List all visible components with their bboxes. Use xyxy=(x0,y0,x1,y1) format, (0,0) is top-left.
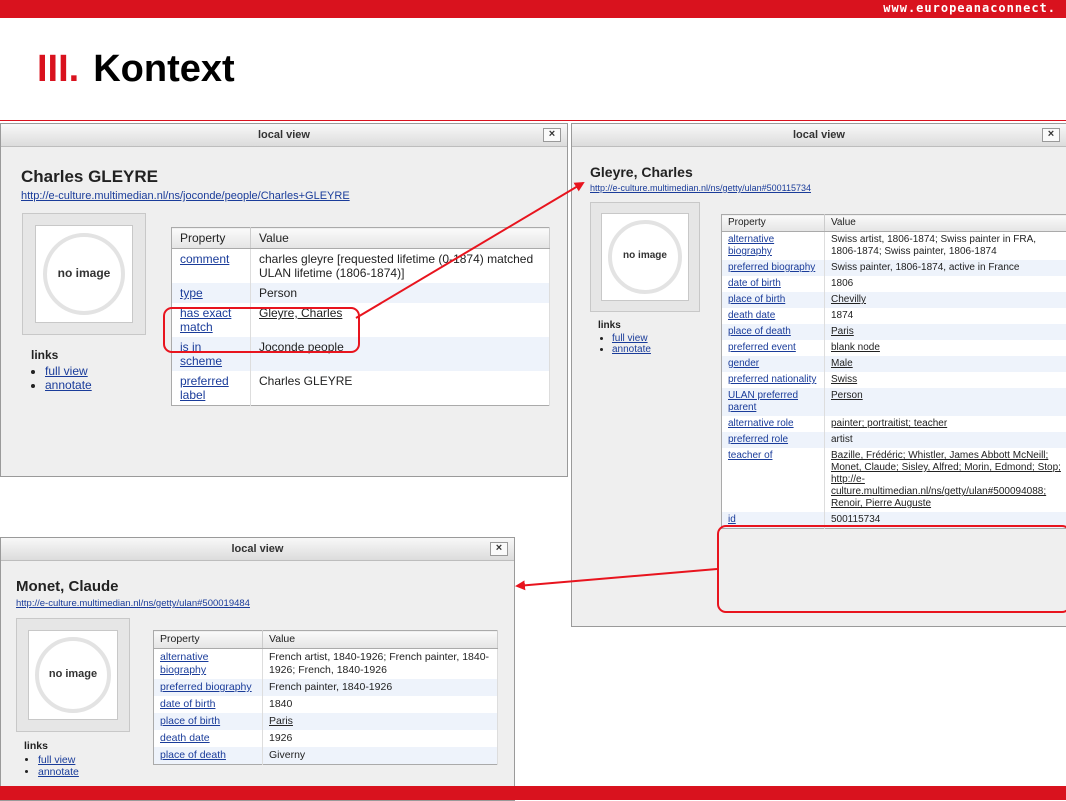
arrow-to-monet xyxy=(517,569,717,586)
bottom-bar xyxy=(0,786,1066,800)
arrow-to-gleyre xyxy=(356,183,583,318)
annotation-arrows xyxy=(0,0,1066,800)
